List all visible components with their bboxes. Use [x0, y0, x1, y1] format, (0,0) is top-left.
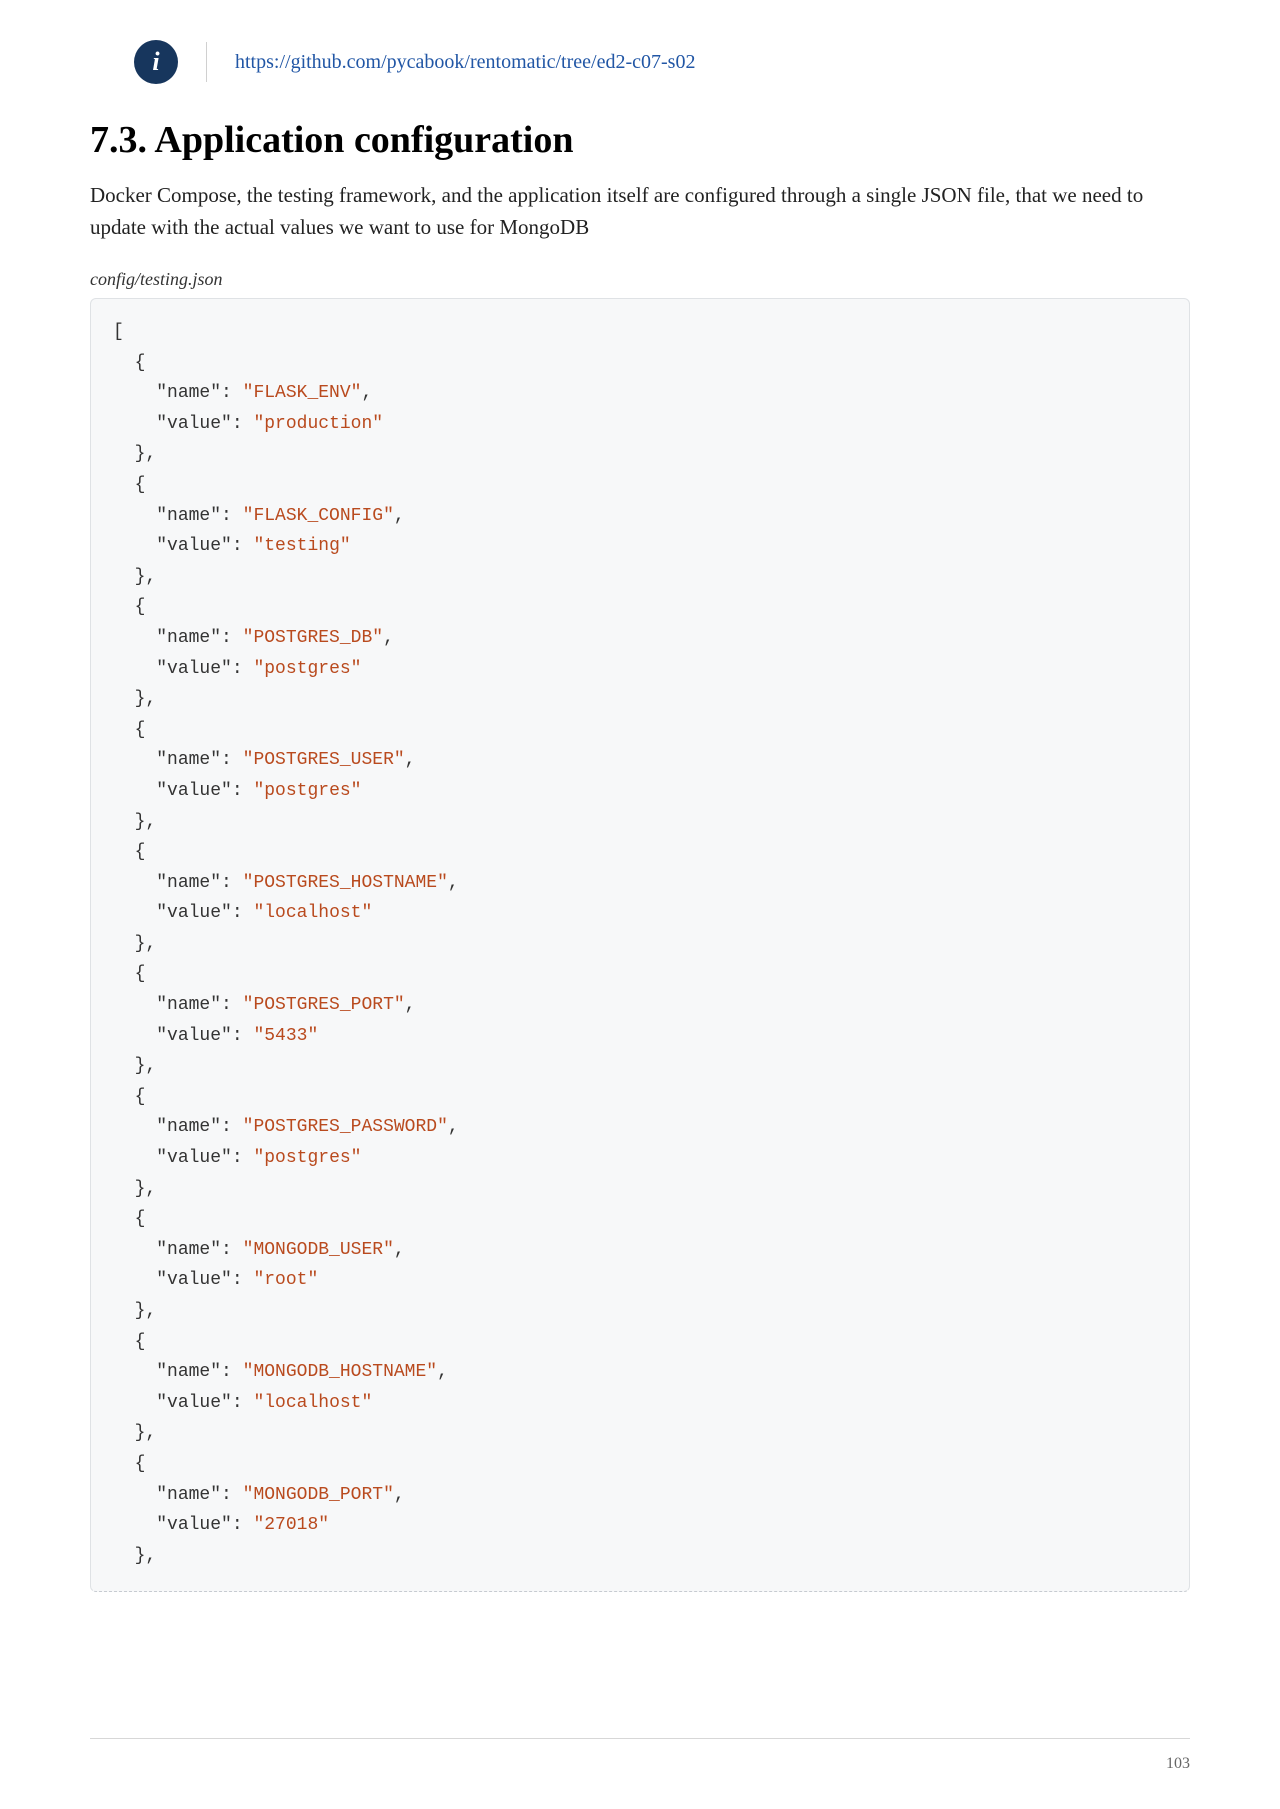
- source-link[interactable]: https://github.com/pycabook/rentomatic/t…: [235, 51, 695, 74]
- footer-divider: [90, 1738, 1190, 1739]
- info-callout: i https://github.com/pycabook/rentomatic…: [134, 40, 1190, 84]
- page-number: 103: [1166, 1755, 1190, 1773]
- info-icon: i: [134, 40, 178, 84]
- info-icon-glyph: i: [152, 47, 159, 77]
- vertical-divider: [206, 42, 207, 82]
- code-block: [ { "name": "FLASK_ENV", "value": "produ…: [90, 298, 1190, 1592]
- code-block-title: config/testing.json: [90, 269, 1190, 290]
- section-body: Docker Compose, the testing framework, a…: [90, 180, 1190, 243]
- section-heading: 7.3. Application configuration: [90, 118, 1190, 162]
- page: i https://github.com/pycabook/rentomatic…: [0, 0, 1280, 1809]
